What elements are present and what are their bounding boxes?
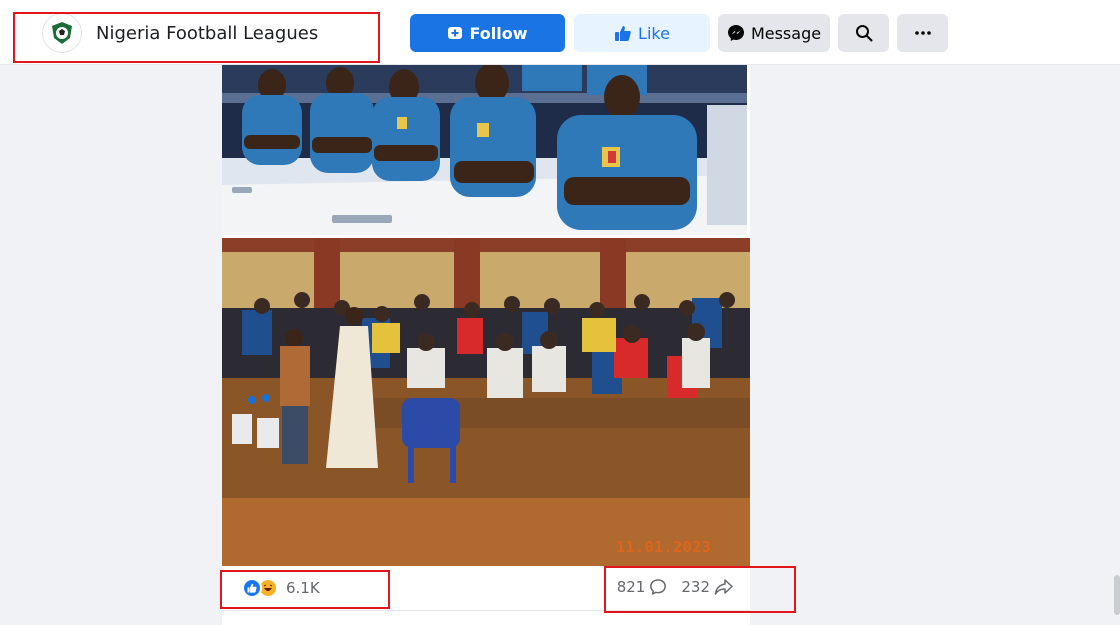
more-options-icon — [914, 31, 931, 35]
like-reaction-icon — [242, 578, 262, 598]
follow-button[interactable]: Follow — [410, 14, 565, 52]
search-icon — [855, 25, 872, 42]
highlight-box-page-name — [13, 12, 380, 63]
highlight-box-engagement — [604, 566, 796, 613]
search-button[interactable] — [838, 14, 889, 52]
like-page-button[interactable]: Like — [574, 14, 710, 52]
follow-page-icon — [448, 27, 463, 39]
thumbs-up-icon — [615, 26, 631, 41]
message-label: Message — [750, 23, 822, 43]
message-button[interactable]: Message — [718, 14, 830, 52]
post-photo-team-meeting[interactable]: 11.01.2023 — [222, 238, 750, 566]
photo-date-stamp: 11.01.2023 — [616, 538, 712, 556]
scrollbar-thumb[interactable] — [1114, 575, 1120, 615]
post-card: 11.01.2023 6.1K 821 232 — [222, 65, 750, 625]
follow-label: Follow — [469, 23, 528, 43]
post-photo-players-seated[interactable] — [222, 65, 750, 235]
more-options-button[interactable] — [897, 14, 948, 52]
messenger-icon — [727, 25, 744, 41]
like-label: Like — [638, 23, 670, 43]
